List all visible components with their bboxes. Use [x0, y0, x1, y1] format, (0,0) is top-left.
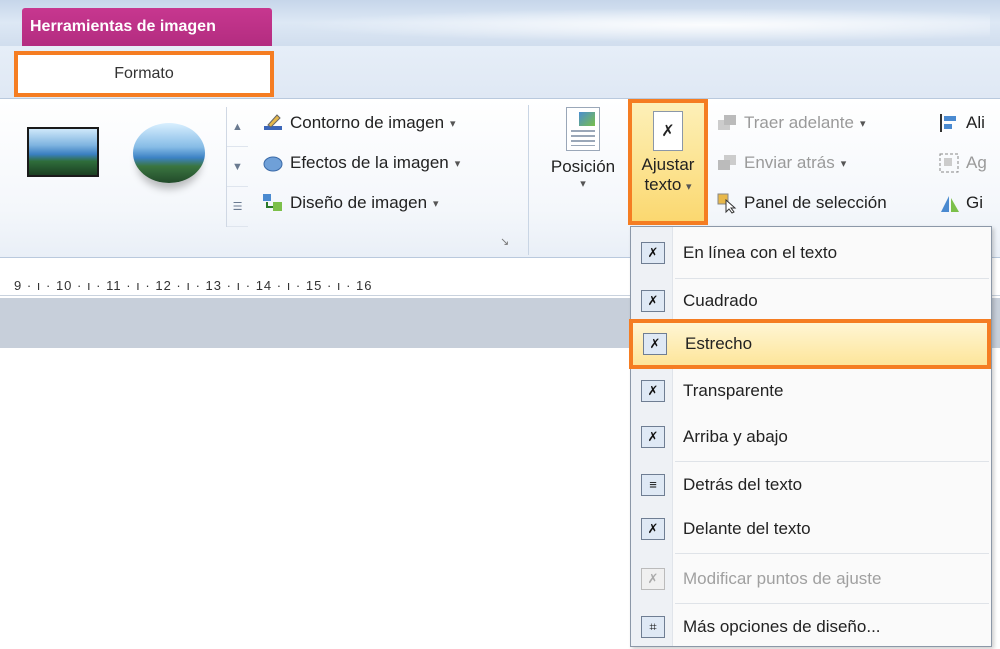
menu-item-in-front-text[interactable]: ✗ Delante del texto [631, 507, 991, 551]
send-backward-icon [716, 152, 738, 174]
dropdown-arrow-icon: ▾ [450, 117, 456, 130]
tab-format[interactable]: Formato [14, 51, 274, 97]
menu-item-behind-text[interactable]: ≡ Detrás del texto [631, 463, 991, 507]
position-button[interactable]: Posición ▾ [542, 107, 624, 190]
wrap-front-icon: ✗ [641, 518, 665, 540]
menu-separator [675, 603, 989, 604]
bring-forward-icon [716, 112, 738, 134]
gallery-more-icon[interactable]: ☰ [227, 187, 248, 227]
wrap-top-bottom-icon: ✗ [641, 426, 665, 448]
picture-effects-button[interactable]: Efectos de la imagen ▾ [262, 147, 460, 179]
dropdown-arrow-icon: ▾ [859, 117, 866, 130]
gallery-scroll: ▲ ▼ ☰ [226, 107, 248, 227]
gallery-up-icon[interactable]: ▲ [227, 107, 248, 147]
selection-pane-icon [716, 192, 738, 214]
wrap-behind-icon: ≡ [641, 474, 665, 496]
align-button[interactable]: Ali [938, 107, 985, 139]
wrap-tight-icon: ✗ [643, 333, 667, 355]
title-glow [290, 8, 990, 42]
menu-separator [675, 461, 989, 462]
send-backward-button[interactable]: Enviar atrás ▾ [716, 147, 846, 179]
position-icon [566, 107, 600, 151]
dialog-launcher-icon[interactable]: ↘ [500, 235, 509, 248]
group-separator [528, 105, 529, 255]
gallery-down-icon[interactable]: ▼ [227, 147, 248, 187]
edit-wrap-points-icon: ✗ [641, 568, 665, 590]
dropdown-arrow-icon: ▾ [840, 157, 847, 170]
menu-item-square[interactable]: ✗ Cuadrado [631, 279, 991, 323]
picture-style-thumbnail-rect[interactable] [27, 127, 99, 177]
more-layout-icon: ⌗ [641, 616, 665, 638]
context-tab-picture-tools: Herramientas de imagen [22, 8, 272, 46]
wrap-text-menu: ✗ En línea con el texto ✗ Cuadrado ✗ Estrec… [629, 226, 992, 649]
menu-item-tight[interactable]: ✗ Estrecho [629, 319, 991, 369]
wrap-text-button[interactable]: ✗ Ajustar texto ▾ [628, 99, 708, 225]
effects-icon [262, 152, 284, 174]
rotate-button[interactable]: Gi [938, 187, 983, 219]
rotate-icon [938, 192, 960, 214]
bring-forward-button[interactable]: Traer adelante ▾ [716, 107, 865, 139]
menu-item-top-bottom[interactable]: ✗ Arriba y abajo [631, 415, 991, 459]
dropdown-arrow-icon: ▾ [686, 181, 692, 193]
dropdown-arrow-icon: ▾ [454, 157, 461, 170]
align-icon [938, 112, 960, 134]
picture-layout-button[interactable]: Diseño de imagen ▾ [262, 187, 439, 219]
menu-item-more-layout-options[interactable]: ⌗ Más opciones de diseño... [631, 605, 991, 649]
pencil-outline-icon [262, 112, 284, 134]
menu-item-inline[interactable]: ✗ En línea con el texto [631, 231, 991, 275]
dropdown-arrow-icon: ▾ [580, 178, 586, 190]
picture-style-thumbnail-oval[interactable] [133, 123, 205, 183]
wrap-text-icon: ✗ [653, 111, 683, 151]
picture-border-button[interactable]: Contorno de imagen ▾ [262, 107, 456, 139]
dropdown-arrow-icon: ▾ [433, 197, 439, 210]
smartart-layout-icon [262, 192, 284, 214]
wrap-square-icon: ✗ [641, 290, 665, 312]
selection-pane-button[interactable]: Panel de selección [716, 187, 887, 219]
wrap-through-icon: ✗ [641, 380, 665, 402]
wrap-inline-icon: ✗ [641, 242, 665, 264]
menu-separator [675, 553, 989, 554]
group-button[interactable]: Ag [938, 147, 987, 179]
menu-item-through[interactable]: ✗ Transparente [631, 369, 991, 413]
group-icon [938, 152, 960, 174]
menu-item-edit-wrap-points[interactable]: ✗ Modificar puntos de ajuste [631, 557, 991, 601]
